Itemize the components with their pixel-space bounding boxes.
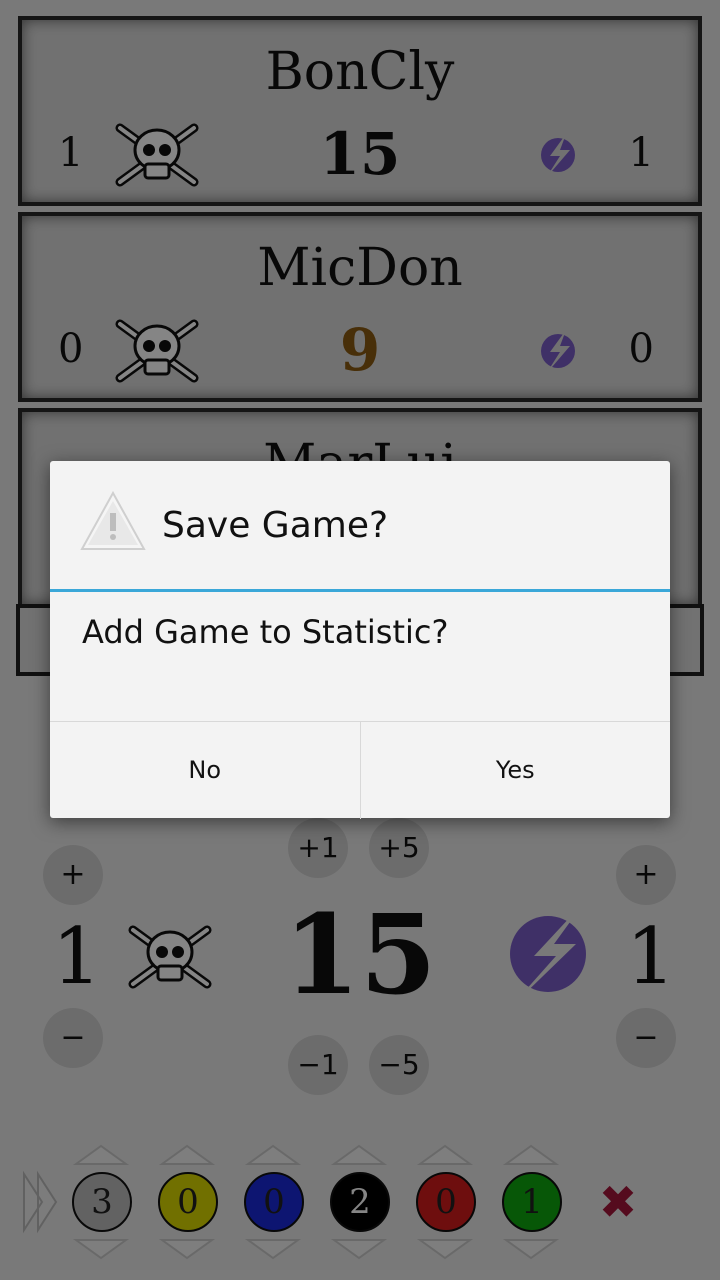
no-button[interactable]: No xyxy=(50,722,360,819)
warning-icon xyxy=(80,491,146,550)
yes-button[interactable]: Yes xyxy=(359,722,671,819)
dialog-buttons: No Yes xyxy=(50,721,670,819)
dialog-title: Save Game? xyxy=(162,505,389,546)
dialog-message: Add Game to Statistic? xyxy=(82,613,449,651)
dialog-divider xyxy=(50,589,670,592)
save-game-dialog: Save Game? Add Game to Statistic? No Yes xyxy=(50,461,670,819)
dialog-header: Save Game? xyxy=(50,461,670,589)
